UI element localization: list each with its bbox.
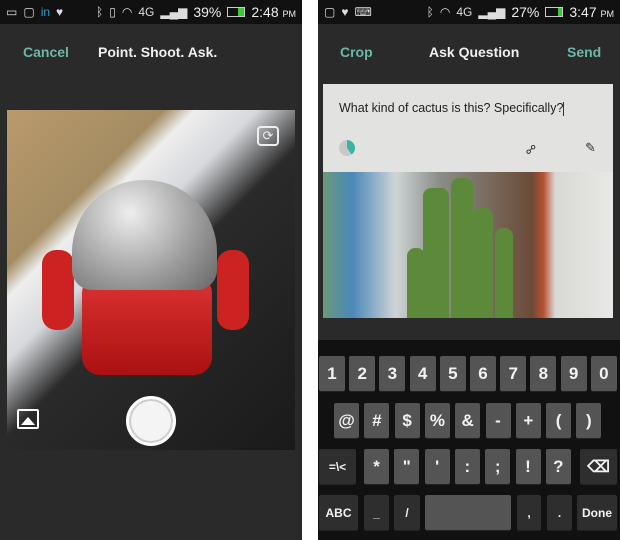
bluetooth-icon: ᛒ — [426, 5, 434, 19]
watch-icon: ▢ — [23, 5, 35, 19]
shutter-button[interactable] — [126, 396, 176, 446]
right-phone-screen: ▢ ♥ ⌨ ᛒ ◠ 4G ▂▄▆ 27% 3:47 PM Crop Ask Qu… — [318, 0, 620, 540]
signal-icon: ▂▄▆ — [160, 5, 188, 19]
cactus-photo — [323, 172, 613, 318]
key-symbol[interactable]: * — [364, 449, 389, 484]
droid-arm-left — [42, 250, 74, 330]
linkedin-icon: in — [40, 5, 51, 19]
text-cursor — [563, 101, 565, 116]
key-abc[interactable]: ABC — [319, 495, 358, 530]
key-5[interactable]: 6 — [470, 356, 496, 391]
key-more-symbols[interactable]: =\< — [319, 449, 356, 484]
key-period[interactable]: . — [547, 495, 572, 530]
vibrate-icon: ▯ — [109, 5, 116, 19]
clock: 2:48 — [251, 4, 279, 20]
key-symbol[interactable]: ! — [515, 449, 541, 484]
gallery-icon[interactable] — [17, 409, 39, 429]
header: Crop Ask Question Send — [318, 24, 620, 80]
key-symbol[interactable]: ; — [485, 449, 511, 484]
character-count-pie-icon — [339, 140, 355, 156]
battery-icon — [545, 7, 564, 17]
clock-ampm: PM — [600, 9, 615, 19]
key-symbol[interactable]: + — [515, 403, 541, 438]
droid-head — [72, 180, 217, 290]
key-underscore[interactable]: _ — [364, 495, 389, 530]
page-title: Point. Shoot. Ask. — [98, 44, 218, 60]
battery-icon — [227, 7, 246, 17]
heart-icon: ♥ — [56, 5, 64, 19]
wifi-icon: ◠ — [439, 5, 451, 19]
left-phone-screen: ▭ ▢ in ♥ ᛒ ▯ ◠ 4G ▂▄▆ 39% 2:48 PM Cancel… — [0, 0, 302, 540]
signal-icon: ▂▄▆ — [478, 5, 506, 19]
status-bar: ▭ ▢ in ♥ ᛒ ▯ ◠ 4G ▂▄▆ 39% 2:48 PM — [0, 0, 302, 24]
page-title: Ask Question — [429, 44, 520, 60]
message-icon: ▭ — [6, 5, 18, 19]
battery-percent: 39% — [193, 4, 222, 20]
marker-icon[interactable]: ✎ — [585, 140, 596, 156]
key-symbol[interactable]: " — [394, 449, 420, 484]
key-0[interactable]: 1 — [319, 356, 345, 391]
done-key[interactable]: Done — [577, 495, 617, 530]
watch-icon: ▢ — [324, 5, 336, 19]
clock-ampm: PM — [282, 9, 297, 19]
key-symbol[interactable]: @ — [334, 403, 359, 438]
backspace-key[interactable]: ⌫ — [580, 449, 617, 484]
status-bar: ▢ ♥ ⌨ ᛒ ◠ 4G ▂▄▆ 27% 3:47 PM — [318, 0, 620, 24]
key-symbol[interactable]: $ — [394, 403, 420, 438]
key-symbol[interactable]: ) — [576, 403, 602, 438]
key-symbol[interactable]: & — [455, 403, 481, 438]
crop-button[interactable]: Crop — [340, 44, 373, 60]
bluetooth-icon: ᛒ — [96, 5, 104, 19]
question-text: What kind of cactus is this? Specificall… — [339, 101, 564, 115]
space-key[interactable] — [425, 495, 511, 530]
key-1[interactable]: 2 — [349, 356, 376, 391]
link-icon[interactable]: ⚯ — [522, 140, 541, 159]
key-3[interactable]: 4 — [409, 356, 436, 391]
key-2[interactable]: 3 — [379, 356, 406, 391]
keyboard-icon: ⌨ — [354, 5, 372, 19]
key-slash[interactable]: / — [394, 495, 420, 530]
key-symbol[interactable]: : — [454, 449, 480, 484]
send-button[interactable]: Send — [567, 44, 601, 60]
4g-lte-icon: 4G — [138, 5, 155, 19]
wifi-icon: ◠ — [121, 5, 133, 19]
question-input[interactable]: What kind of cactus is this? Specificall… — [323, 84, 613, 172]
key-symbol[interactable]: # — [364, 403, 390, 438]
cancel-button[interactable]: Cancel — [23, 44, 69, 60]
switch-camera-icon[interactable]: ⟳ — [257, 126, 279, 146]
droid-arm-right — [217, 250, 249, 330]
key-9[interactable]: 0 — [590, 356, 617, 391]
symbol-keyboard: 1 2 3 4 5 6 7 8 9 0 @ # $% & - +() =\< * " ':;!? ⌫ ABC _ /,. Don… — [318, 340, 620, 540]
key-4[interactable]: 5 — [439, 356, 466, 391]
header: Cancel Point. Shoot. Ask. — [0, 24, 302, 80]
key-symbol[interactable]: % — [424, 403, 450, 438]
droid-body — [82, 275, 212, 375]
key-symbol[interactable]: - — [485, 403, 511, 438]
key-7[interactable]: 8 — [530, 356, 557, 391]
4g-lte-icon: 4G — [456, 5, 473, 19]
key-symbol[interactable]: ' — [424, 449, 450, 484]
key-6[interactable]: 7 — [500, 356, 527, 391]
key-8[interactable]: 9 — [560, 356, 587, 391]
question-card: What kind of cactus is this? Specificall… — [323, 84, 613, 318]
battery-percent: 27% — [511, 4, 540, 20]
key-symbol[interactable]: ? — [545, 449, 571, 484]
key-comma[interactable]: , — [517, 495, 541, 530]
clock: 3:47 — [569, 4, 597, 20]
key-symbol[interactable]: ( — [546, 403, 572, 438]
heart-icon: ♥ — [341, 5, 349, 19]
